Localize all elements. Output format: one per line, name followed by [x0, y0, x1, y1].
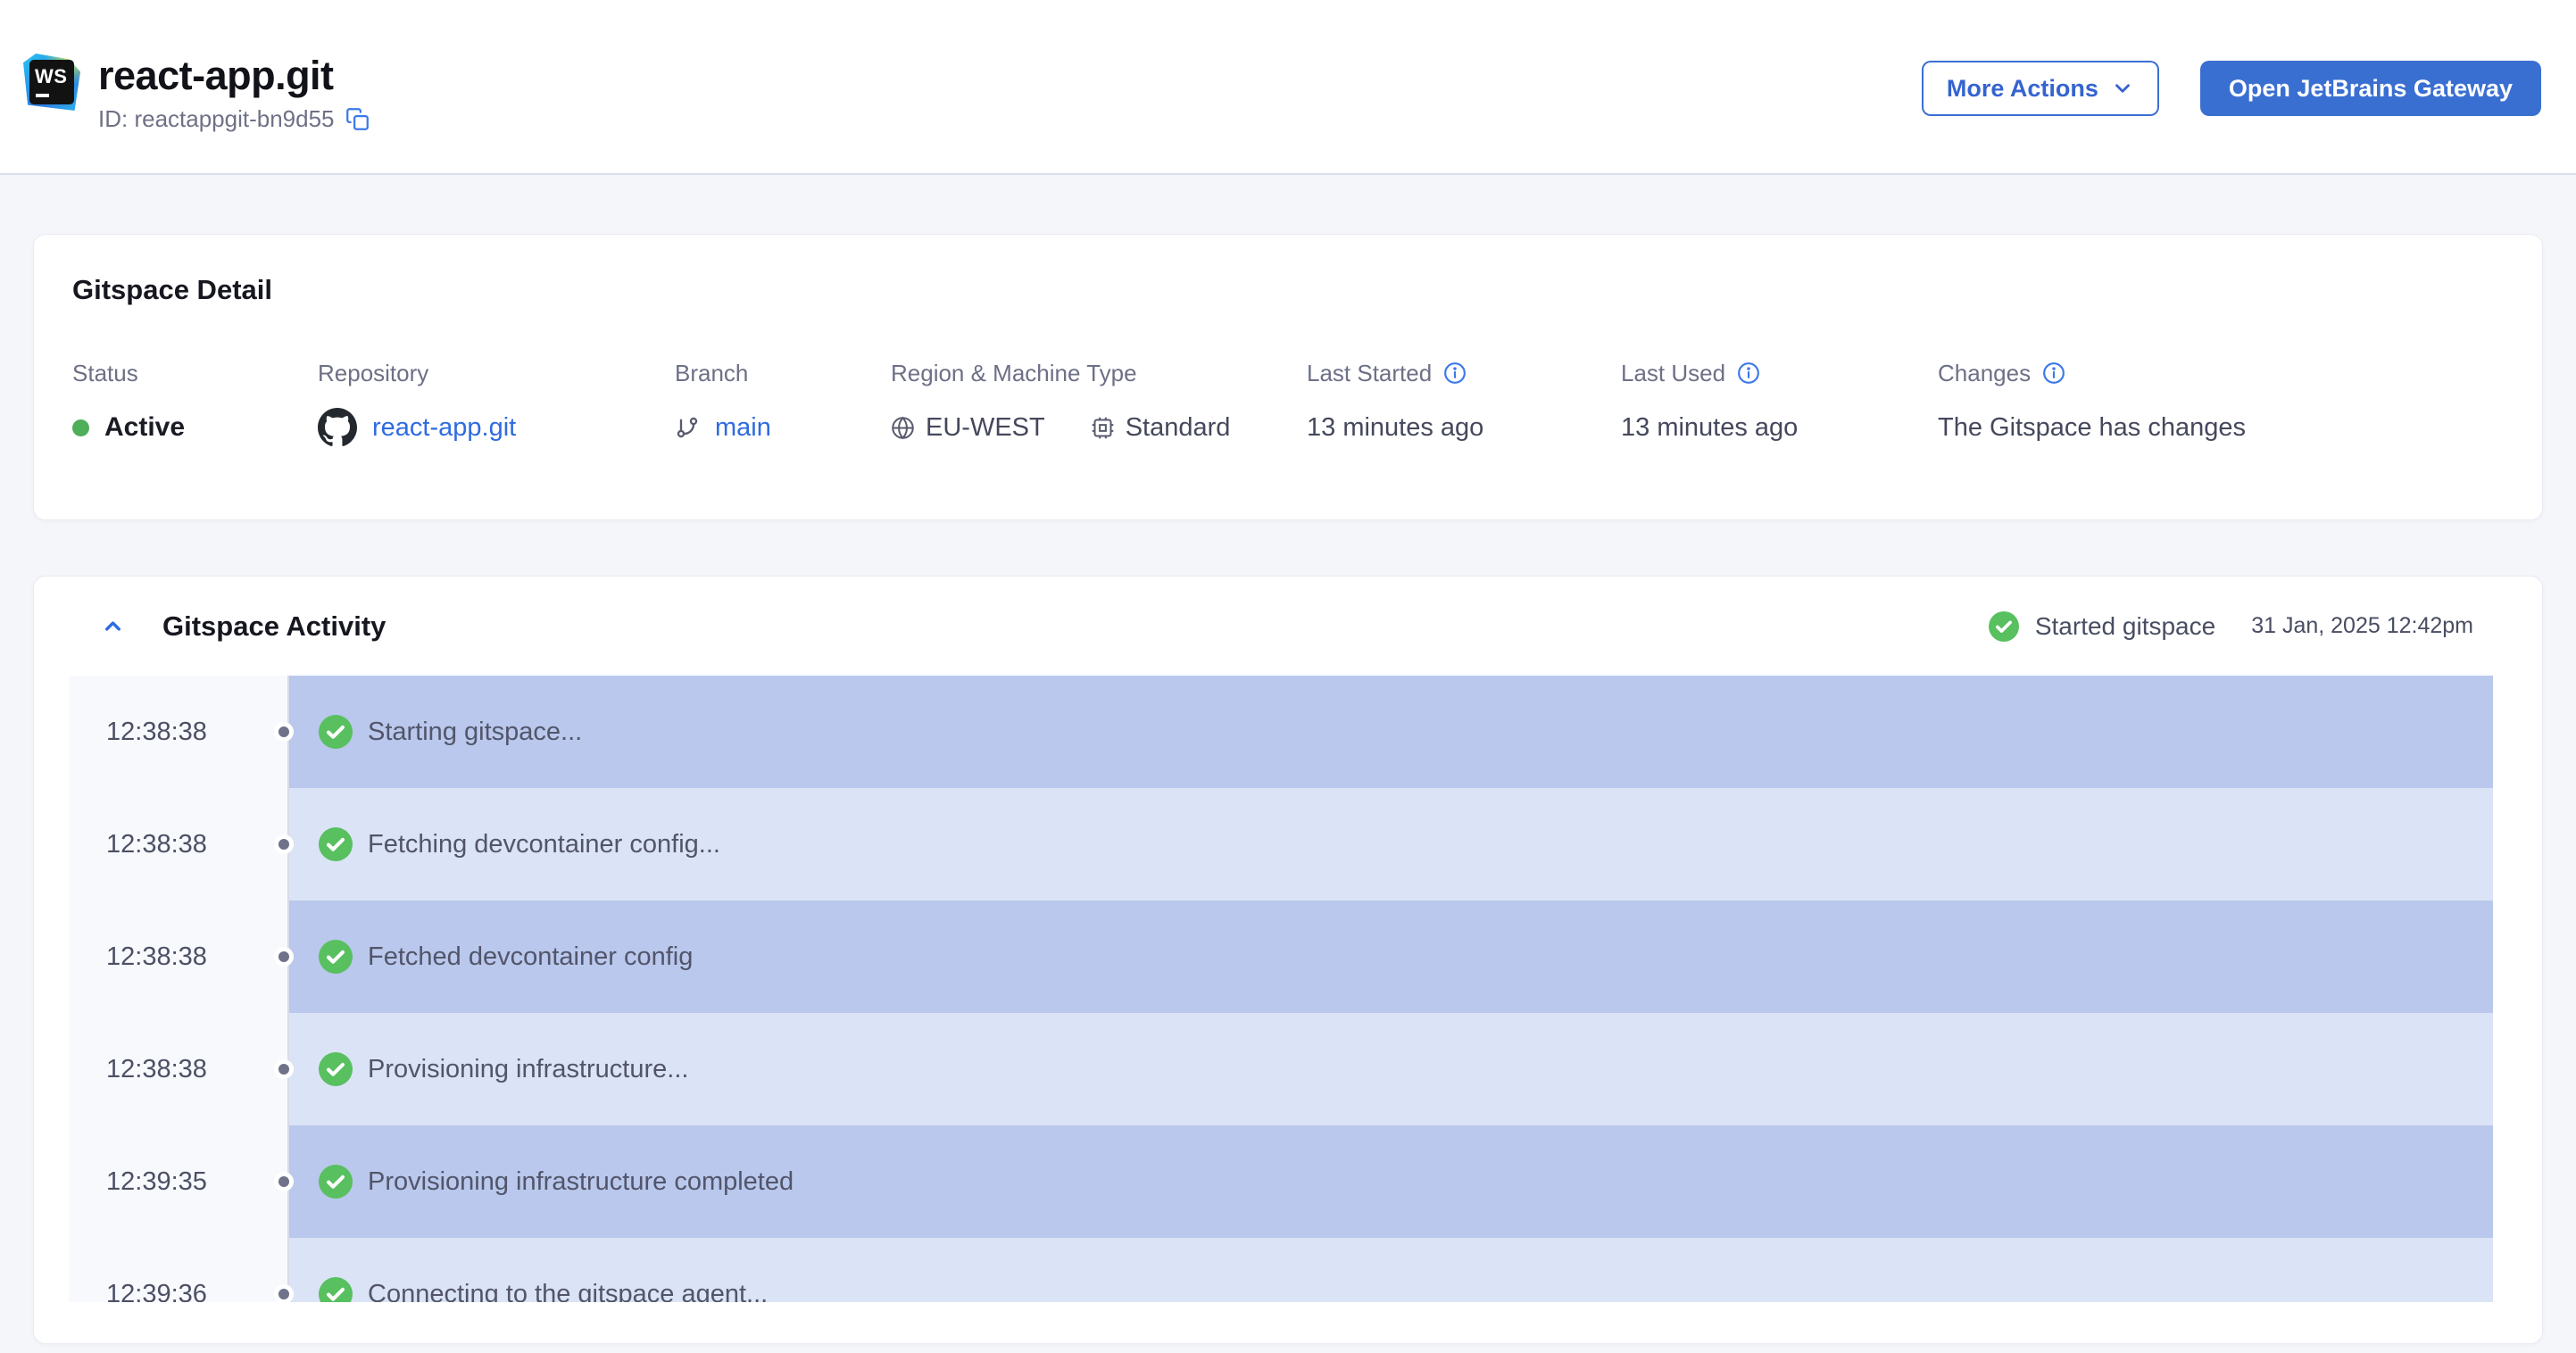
success-check-icon [319, 827, 353, 861]
repository-label: Repository [318, 359, 429, 386]
success-check-icon [319, 1052, 353, 1086]
repository-link[interactable]: react-app.git [372, 413, 516, 443]
log-message: Provisioning infrastructure... [368, 1054, 689, 1083]
field-last-started: Last Started 13 minutes ago [1307, 359, 1621, 449]
globe-icon [892, 416, 914, 439]
git-branch-icon [677, 417, 698, 438]
more-actions-button[interactable]: More Actions [1921, 61, 2159, 116]
timeline-dot-icon [274, 1059, 294, 1079]
log-row: 12:38:38 Provisioning infrastructure... [69, 1013, 2493, 1125]
last-used-value: 13 minutes ago [1621, 412, 1799, 442]
activity-status-badge: Started gitspace [2034, 611, 2216, 640]
copy-id-button[interactable] [345, 107, 370, 131]
last-started-label: Last Started [1307, 359, 1433, 386]
log-row: 12:38:38 Fetching devcontainer config... [69, 788, 2493, 901]
webstorm-icon: WS [23, 54, 80, 111]
log-timestamp: 12:38:38 [69, 901, 288, 1013]
log-message: Fetched devcontainer config [368, 942, 694, 971]
cpu-icon [1092, 417, 1114, 438]
info-icon[interactable] [1443, 361, 1467, 385]
more-actions-label: More Actions [1946, 74, 2098, 102]
changes-label: Changes [1938, 359, 2032, 386]
field-last-used: Last Used 13 minutes ago [1621, 359, 1938, 449]
field-branch: Branch main [675, 359, 891, 449]
branch-label: Branch [675, 359, 749, 386]
log-timestamp: 12:38:38 [69, 676, 288, 788]
github-icon [318, 408, 357, 446]
log-message: Starting gitspace... [368, 717, 583, 746]
status-label: Status [72, 359, 138, 386]
open-jetbrains-gateway-button[interactable]: Open JetBrains Gateway [2199, 61, 2541, 116]
last-started-value: 13 minutes ago [1307, 412, 1484, 442]
changes-value: The Gitspace has changes [1938, 412, 2246, 442]
success-check-icon [319, 715, 353, 749]
status-value: Active [104, 412, 186, 442]
chevron-down-icon [2115, 84, 2130, 93]
activity-timestamp: 31 Jan, 2025 12:42pm [2251, 613, 2473, 638]
success-check-icon [319, 1165, 353, 1199]
page-title: react-app.git [98, 53, 334, 98]
field-repository: Repository react-app.git [318, 359, 675, 449]
log-timestamp: 12:38:38 [69, 788, 288, 901]
success-check-icon [319, 1277, 353, 1302]
info-icon[interactable] [1737, 361, 1760, 385]
success-check-icon [319, 940, 353, 974]
timeline-dot-icon [274, 1284, 294, 1302]
page-body: Gitspace Detail Status Active Repository… [0, 175, 2576, 1344]
activity-status: Started gitspace 31 Jan, 2025 12:42pm [1988, 610, 2473, 642]
field-region-machine: Region & Machine Type EU-WEST Standard [891, 359, 1307, 449]
copy-icon [345, 108, 369, 130]
field-changes: Changes The Gitspace has changes [1938, 359, 2246, 449]
log-timestamp: 12:39:35 [69, 1125, 288, 1238]
active-status-dot-icon [72, 419, 89, 436]
gitspace-activity-card: Gitspace Activity Started gitspace 31 Ja… [33, 576, 2543, 1344]
log-message: Connecting to the gitspace agent... [368, 1279, 769, 1303]
log-row: 12:38:38 Starting gitspace... [69, 676, 2493, 788]
activity-card-title: Gitspace Activity [162, 610, 386, 642]
log-row: 12:39:36 Connecting to the gitspace agen… [69, 1238, 2493, 1302]
branch-link[interactable]: main [715, 413, 771, 443]
log-timestamp: 12:39:36 [69, 1238, 288, 1302]
region-value: EU-WEST [926, 412, 1045, 442]
timeline-dot-icon [274, 947, 294, 967]
log-message: Fetching devcontainer config... [368, 829, 720, 859]
gitspace-detail-card: Gitspace Detail Status Active Repository… [33, 234, 2543, 520]
machine-type-value: Standard [1125, 412, 1231, 442]
chevron-up-icon [105, 621, 120, 631]
timeline-dot-icon [274, 1172, 294, 1191]
log-row: 12:39:35 Provisioning infrastructure com… [69, 1125, 2493, 1238]
timeline-dot-icon [274, 722, 294, 742]
success-check-icon [1988, 610, 2019, 642]
collapse-activity-button[interactable] [101, 614, 125, 638]
timeline-dot-icon [274, 834, 294, 854]
log-message: Provisioning infrastructure completed [368, 1166, 794, 1196]
activity-log-scroll-area[interactable]: 12:38:38 Starting gitspace... 12:38:38 F… [69, 676, 2493, 1302]
log-row: 12:38:38 Fetched devcontainer config [69, 901, 2493, 1013]
last-used-label: Last Used [1621, 359, 1726, 386]
info-icon[interactable] [2042, 361, 2065, 385]
detail-card-title: Gitspace Detail [72, 274, 272, 305]
gitspace-id: ID: reactappgit-bn9d55 [98, 105, 335, 132]
gitspace-brand: WS react-app.git ID: reactappgit-bn9d55 [23, 54, 370, 133]
field-status: Status Active [72, 359, 318, 449]
page-header: WS react-app.git ID: reactappgit-bn9d55 … [0, 0, 2576, 175]
log-timestamp: 12:38:38 [69, 1013, 288, 1125]
region-machine-label: Region & Machine Type [891, 359, 1137, 386]
